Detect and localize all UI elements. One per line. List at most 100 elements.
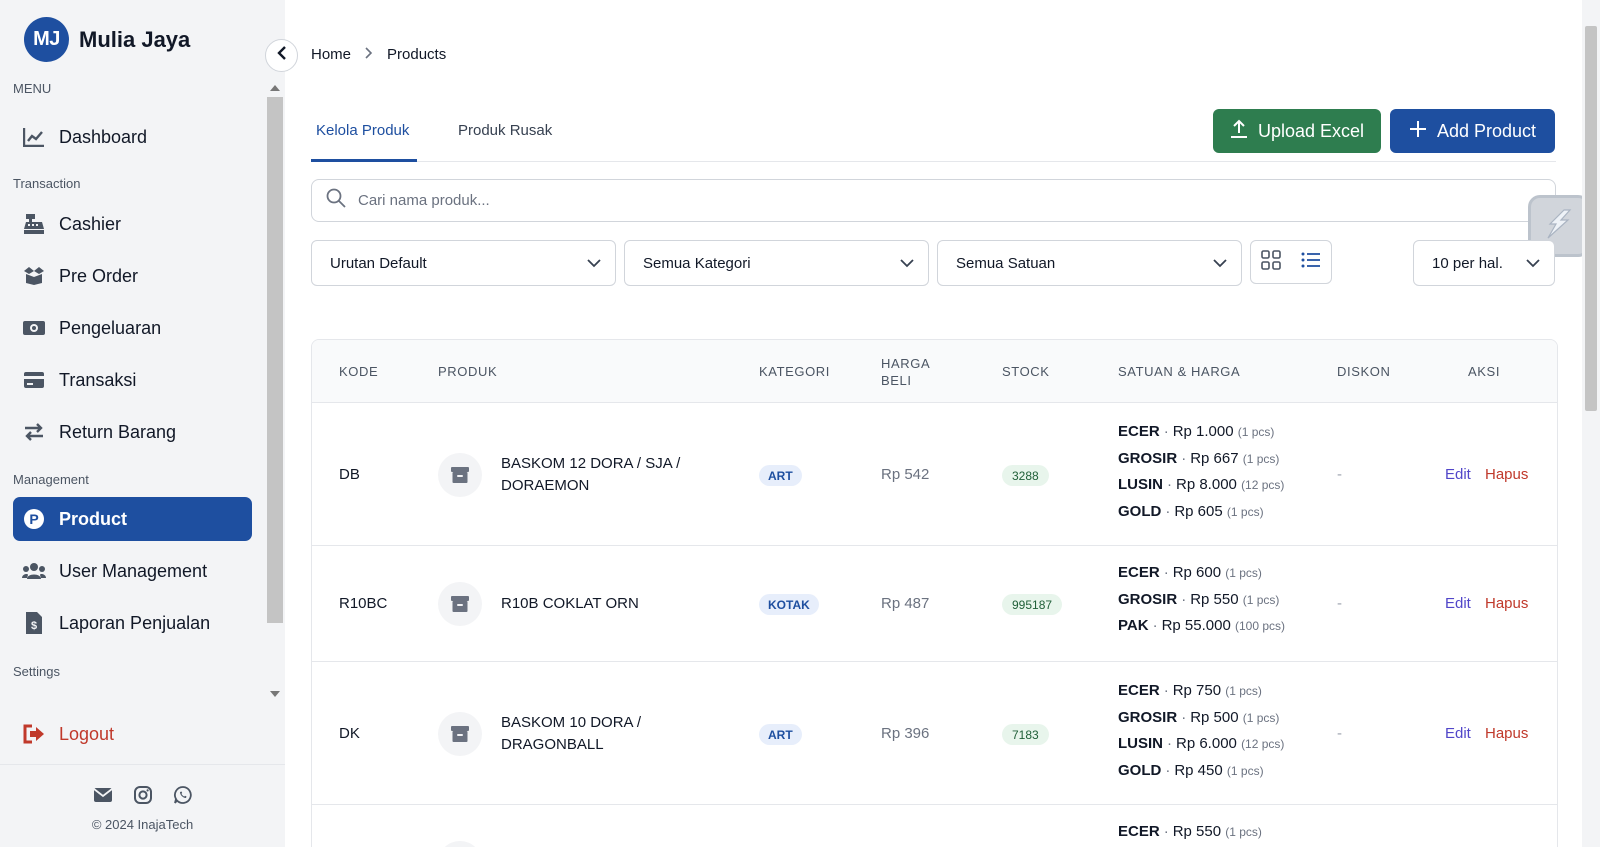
sidebar-item-label: Transaksi [59,369,137,390]
unit-select[interactable]: Semua Satuan [937,240,1242,286]
sidebar-item-label: Pengeluaran [59,317,162,338]
breadcrumb-home[interactable]: Home [311,46,351,63]
archive-box-icon [438,453,482,497]
list-view-icon[interactable] [1301,251,1321,274]
breadcrumb-current: Products [387,46,447,63]
tab-produk-rusak[interactable]: Produk Rusak [458,122,552,139]
edit-link[interactable]: Edit [1445,725,1471,742]
unit-qty: (1 pcs) [1237,425,1275,439]
unit-price: Rp 6.000 [1176,735,1237,752]
delete-link[interactable]: Hapus [1485,466,1528,483]
category-badge: ART [759,724,802,745]
active-tab-indicator [311,159,417,162]
whatsapp-icon[interactable] [173,785,193,805]
grid-view-icon[interactable] [1261,249,1281,275]
sidebar-item-product[interactable]: P Product [13,497,252,541]
unit-price-line: GROSIR · Rp 667 (1 pcs) [1118,450,1284,477]
separator-dot: · [1167,735,1172,752]
unit-price-line: ECER · Rp 1.000 (1 pcs) [1118,423,1284,450]
sidebar-item-label: Product [59,508,128,529]
unit-name: GROSIR [1118,590,1178,608]
money-bill-icon [21,315,47,341]
page-scrollbar-thumb[interactable] [1585,26,1597,411]
col-header-buy-price-line2: BELI [881,373,912,388]
discount-value: - [1337,595,1342,612]
discount-value: - [1337,725,1342,742]
unit-qty: (1 pcs) [1242,710,1280,725]
sidebar: MJ Mulia Jaya MENU Dashboard Transaction… [0,0,285,847]
unit-name: ECER [1118,564,1160,581]
buy-price: Rp 487 [881,595,930,612]
scroll-up-arrow-icon[interactable] [270,85,280,91]
unit-name: ECER [1118,682,1160,699]
unit-name: LUSIN [1118,735,1163,752]
unit-qty: (1 pcs) [1226,763,1264,778]
category-badge: ART [759,465,802,486]
unit-price: Rp 550 [1172,823,1222,840]
edit-link[interactable]: Edit [1445,466,1471,483]
instagram-icon[interactable] [133,785,153,805]
col-header-product: PRODUK [438,364,498,379]
logout-button[interactable]: Logout [13,712,252,756]
sidebar-item-dashboard[interactable]: Dashboard [13,115,252,159]
upload-icon [1230,119,1248,144]
unit-name: GROSIR [1118,449,1178,467]
sidebar-scrollbar[interactable] [266,79,284,701]
per-page-select[interactable]: 10 per hal. [1413,240,1555,286]
section-label-settings: Settings [13,664,60,679]
discount-value: - [1337,466,1342,483]
unit-name: GOLD [1118,502,1162,520]
unit-price-line: ECER · Rp 550 (1 pcs) [1118,823,1262,847]
sidebar-footer: © 2024 InajaTech [0,764,285,847]
add-product-label: Add Product [1436,120,1537,141]
add-product-button[interactable]: Add Product [1390,109,1555,153]
separator-dot: · [1181,708,1187,726]
mail-icon[interactable] [92,785,113,805]
sidebar-item-laporan-penjualan[interactable]: $ Laporan Penjualan [13,601,252,645]
scroll-down-arrow-icon[interactable] [270,691,280,697]
sidebar-item-return-barang[interactable]: Return Barang [13,410,252,454]
footer-social-links [0,785,285,805]
unit-price: Rp 750 [1172,682,1222,699]
unit-price-line: GROSIR · Rp 550 (1 pcs) [1118,591,1285,618]
edit-link[interactable]: Edit [1445,595,1471,612]
sidebar-item-pengeluaran[interactable]: Pengeluaran [13,306,252,350]
unit-price-line: GOLD · Rp 450 (1 pcs) [1118,762,1284,789]
unit-price: Rp 500 [1190,708,1239,726]
upload-excel-button[interactable]: Upload Excel [1213,109,1381,153]
page-scrollbar[interactable] [1582,0,1600,847]
tab-kelola-produk[interactable]: Kelola Produk [316,122,409,139]
search-input[interactable] [358,192,1258,209]
product-name[interactable]: BASKOM 10 DORA / DRAGONBALL [501,712,731,756]
product-p-icon: P [21,506,47,532]
unit-qty: (1 pcs) [1225,825,1262,839]
delete-link[interactable]: Hapus [1485,725,1528,742]
sidebar-item-label: Cashier [59,213,122,234]
sidebar-item-pre-order[interactable]: Pre Order [13,254,252,298]
separator-dot: · [1163,823,1169,840]
chevron-right-icon [365,46,373,63]
sidebar-item-user-management[interactable]: User Management [13,549,252,593]
unit-qty: (1 pcs) [1225,684,1262,698]
stock-badge: 995187 [1002,594,1063,615]
brand[interactable]: MJ Mulia Jaya [24,17,190,62]
product-name[interactable]: R10B COKLAT ORN [501,593,731,615]
sort-select[interactable]: Urutan Default [311,240,616,286]
scrollbar-thumb[interactable] [267,97,283,623]
sidebar-item-label: Laporan Penjualan [59,612,211,633]
separator-dot: · [1163,423,1169,440]
category-badge: KOTAK [759,594,819,615]
unit-price-line: GOLD · Rp 605 (1 pcs) [1118,503,1284,530]
product-name[interactable]: BASKOM 12 DORA / SJA / DORAEMON [501,453,731,497]
plus-icon [1409,120,1427,143]
chevron-down-icon [1526,255,1540,272]
sidebar-item-cashier[interactable]: Cashier [13,202,252,246]
unit-qty: (100 pcs) [1234,619,1285,633]
logout-icon [21,721,47,747]
category-select[interactable]: Semua Kategori [624,240,929,286]
collapse-sidebar-button[interactable] [265,39,298,72]
search-bar [311,179,1556,222]
sidebar-item-transaksi[interactable]: Transaksi [13,358,252,402]
delete-link[interactable]: Hapus [1485,595,1528,612]
product-code: R10BC [339,595,388,612]
